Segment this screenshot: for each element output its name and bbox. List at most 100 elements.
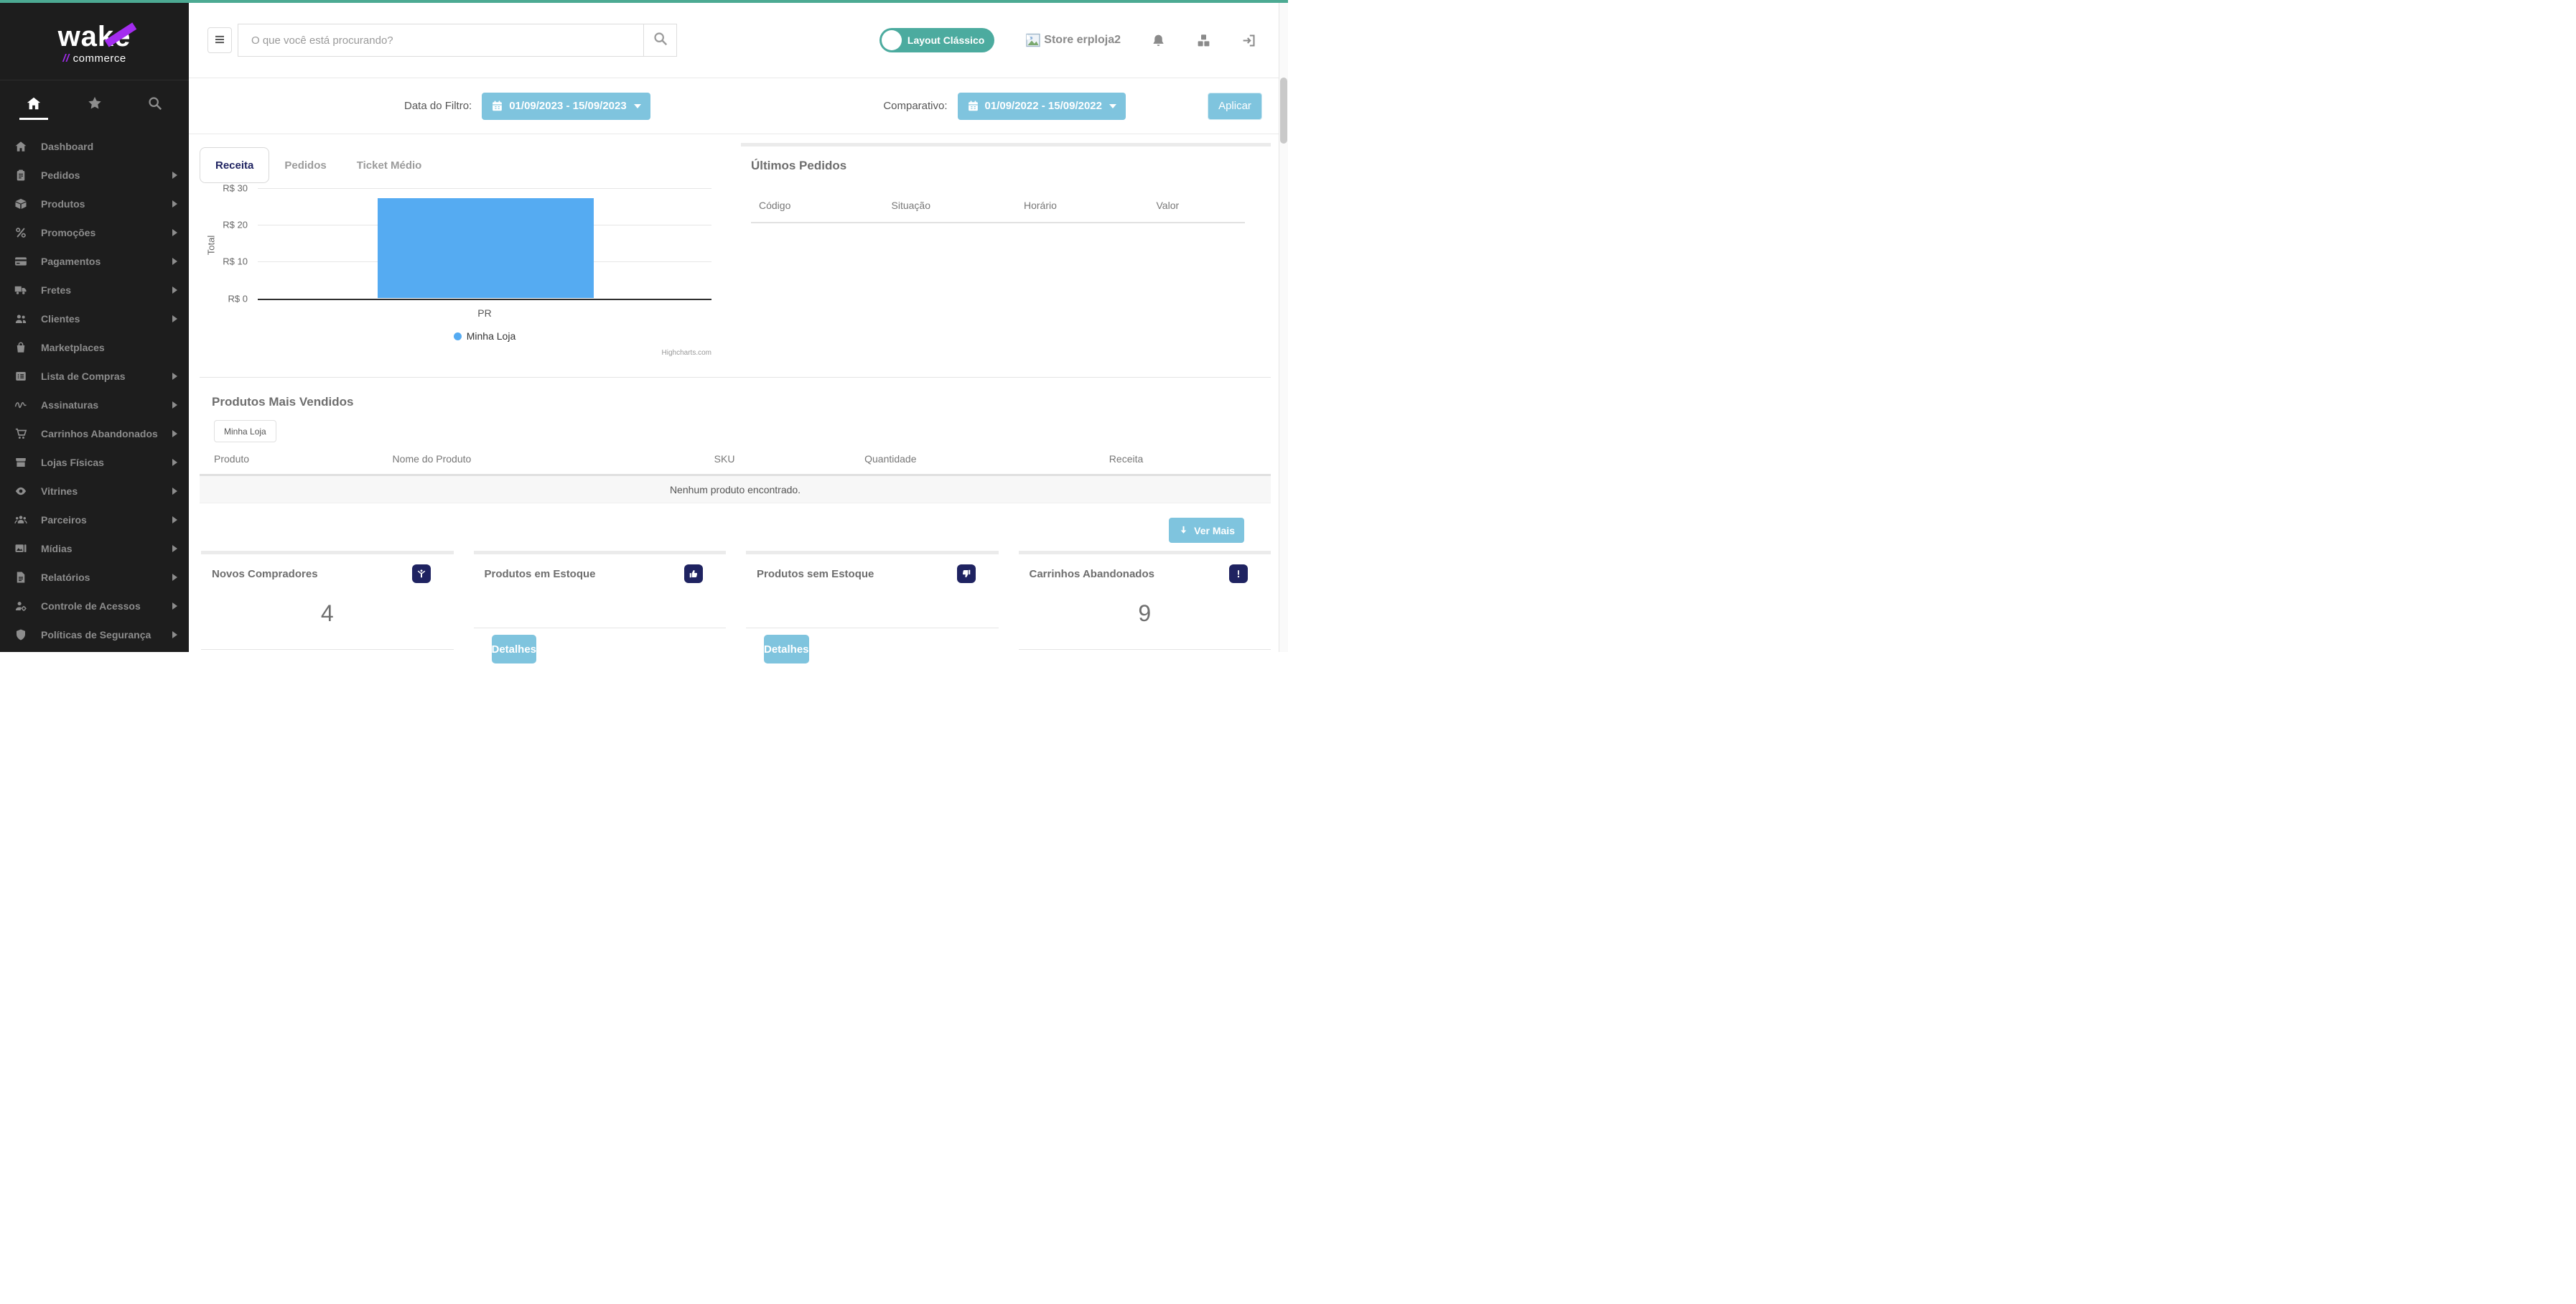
global-search: [238, 24, 677, 57]
sidebar-item-label: Pagamentos: [41, 256, 172, 267]
card-divider: [201, 649, 454, 650]
top-products-section: Produtos Mais Vendidos Minha Loja Produt…: [200, 377, 1271, 551]
box-icon: [14, 197, 30, 210]
sidebar-item-fretes[interactable]: Fretes: [0, 276, 189, 304]
store-selector[interactable]: Store erploja2: [1025, 32, 1121, 49]
store-filter-button[interactable]: Minha Loja: [214, 420, 276, 442]
users-group-icon: [14, 513, 30, 526]
card-top-border: [1019, 551, 1271, 554]
apps-cubes-icon[interactable]: [1196, 33, 1211, 48]
calendar-icon: [491, 100, 503, 112]
panel-top-border: [741, 143, 1271, 146]
user-gear-icon: [14, 600, 30, 613]
sidebar-item-label: Vitrines: [41, 485, 172, 497]
comparative-date-button[interactable]: 01/09/2022 - 15/09/2022: [958, 93, 1126, 120]
sidebar-item-marketplaces[interactable]: Marketplaces: [0, 333, 189, 362]
sidebar-item-label: Fretes: [41, 284, 172, 296]
sidebar-item-label: Lista de Compras: [41, 371, 172, 382]
orders-column-header: Código: [741, 200, 874, 211]
chevron-right-icon: [172, 602, 177, 610]
chart-tabs: Receita Pedidos Ticket Médio: [200, 146, 732, 184]
products-column-header: Nome do Produto: [393, 453, 650, 465]
truck-icon: [14, 284, 30, 297]
details-button[interactable]: Detalhes: [764, 635, 809, 663]
chevron-right-icon: [172, 229, 177, 236]
highcharts-credit[interactable]: Highcharts.com: [258, 349, 711, 357]
page-scrollbar[interactable]: [1279, 3, 1288, 652]
card-title: Produtos em Estoque: [485, 568, 685, 580]
favorites-star-icon[interactable]: [87, 96, 103, 111]
thumbs-down-icon: [957, 564, 976, 583]
home-icon: [14, 140, 30, 153]
card-top-border: [474, 551, 727, 554]
sidebar-item-label: Dashboard: [41, 141, 177, 152]
clipboard-icon: [14, 169, 30, 182]
legend-marker: [454, 332, 462, 340]
orders-column-header: Situação: [874, 200, 1007, 211]
top-products-title: Produtos Mais Vendidos: [200, 378, 1271, 409]
sign-out-icon[interactable]: [1241, 33, 1256, 48]
sidebar-item-controle-de-acessos[interactable]: Controle de Acessos: [0, 592, 189, 620]
notifications-bell-icon[interactable]: [1151, 33, 1166, 48]
person-arms-up-icon: [412, 564, 431, 583]
grid-line: [258, 188, 711, 189]
sidebar-item-promocoes[interactable]: Promoções: [0, 218, 189, 247]
card-value: 9: [1019, 600, 1271, 628]
date-filter-button[interactable]: 01/09/2023 - 15/09/2023: [482, 93, 650, 120]
details-button[interactable]: Detalhes: [492, 635, 537, 663]
tab-pedidos[interactable]: Pedidos: [269, 147, 341, 183]
apply-button[interactable]: Aplicar: [1208, 93, 1262, 120]
metric-card-produtos-em-estoque: Produtos em Estoque Detalhes: [474, 551, 727, 663]
card-header: Produtos em Estoque: [474, 564, 727, 583]
search-submit-button[interactable]: [643, 24, 676, 56]
chevron-right-icon: [172, 631, 177, 638]
chevron-right-icon: [172, 373, 177, 380]
sidebar-item-pedidos[interactable]: Pedidos: [0, 161, 189, 190]
sidebar-item-relatorios[interactable]: Relatórios: [0, 563, 189, 592]
x-axis-line: [258, 299, 711, 300]
caret-down-icon: [634, 104, 641, 108]
layout-classic-toggle[interactable]: Layout Clássico: [879, 28, 994, 52]
media-icon: [14, 542, 30, 555]
chevron-right-icon: [172, 200, 177, 208]
home-icon[interactable]: [26, 96, 42, 111]
date-filter-label: Data do Filtro:: [404, 100, 472, 112]
sidebar-item-clientes[interactable]: Clientes: [0, 304, 189, 333]
sidebar-item-pagamentos[interactable]: Pagamentos: [0, 247, 189, 276]
sidebar-item-assinaturas[interactable]: Assinaturas: [0, 391, 189, 419]
shield-icon: [14, 628, 30, 641]
sidebar-item-vitrines[interactable]: Vitrines: [0, 477, 189, 506]
y-axis-tick-label: R$ 20: [200, 220, 248, 230]
card-header: Carrinhos Abandonados: [1019, 564, 1271, 583]
chart-x-category-label: PR: [258, 307, 711, 319]
sidebar-item-label: Promoções: [41, 227, 172, 238]
sidebar-item-lojas-fisicas[interactable]: Lojas Físicas: [0, 448, 189, 477]
sidebar-item-lista-de-compras[interactable]: Lista de Compras: [0, 362, 189, 391]
sidebar-item-produtos[interactable]: Produtos: [0, 190, 189, 218]
top-products-header-row: ProdutoNome do ProdutoSKUQuantidadeRecei…: [200, 453, 1271, 465]
broken-image-icon: [1025, 32, 1042, 49]
tab-ticket-medio[interactable]: Ticket Médio: [342, 147, 437, 183]
revenue-chart-section: Receita Pedidos Ticket Médio Total PR Mi…: [200, 146, 732, 368]
search-input[interactable]: [238, 24, 643, 56]
sidebar-item-dashboard[interactable]: Dashboard: [0, 132, 189, 161]
sidebar-item-politicas-de-seguranca[interactable]: Políticas de Segurança: [0, 620, 189, 649]
sidebar-search-icon[interactable]: [147, 96, 163, 111]
bar-minha-loja-pr[interactable]: [378, 198, 594, 299]
sidebar-item-carrinhos-abandonados[interactable]: Carrinhos Abandonados: [0, 419, 189, 448]
hamburger-menu-button[interactable]: [207, 27, 232, 53]
sidebar-item-label: Clientes: [41, 313, 172, 325]
chart-legend[interactable]: Minha Loja: [258, 330, 711, 342]
products-column-header: SKU: [650, 453, 800, 465]
tab-receita[interactable]: Receita: [200, 147, 269, 183]
y-axis-tick-label: R$ 10: [200, 256, 248, 267]
see-more-button[interactable]: Ver Mais: [1169, 518, 1244, 543]
scrollbar-thumb[interactable]: [1280, 78, 1287, 144]
logo-slashes-text: //: [62, 52, 69, 65]
sidebar-item-label: Lojas Físicas: [41, 457, 172, 468]
sidebar-item-label: Produtos: [41, 198, 172, 210]
comparative-label: Comparativo:: [883, 100, 947, 112]
sidebar-item-parceiros[interactable]: Parceiros: [0, 506, 189, 534]
sidebar-item-midias[interactable]: Mídias: [0, 534, 189, 563]
calendar-icon: [967, 100, 979, 112]
